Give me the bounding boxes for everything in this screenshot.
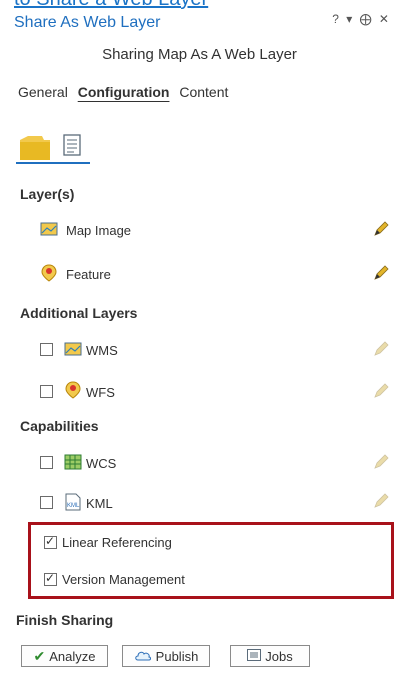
jobs-button[interactable]: Jobs bbox=[230, 645, 310, 667]
pane-subtitle: Sharing Map As A Web Layer bbox=[102, 46, 297, 63]
wms-icon bbox=[64, 342, 82, 361]
edit-pencil-disabled-icon bbox=[374, 383, 389, 398]
section-finish-sharing: Finish Sharing bbox=[16, 612, 114, 628]
pane-controls[interactable]: ? ▾ ⨁ ✕ bbox=[332, 12, 391, 26]
wcs-checkbox[interactable] bbox=[40, 456, 53, 469]
kml-icon: KML bbox=[64, 493, 82, 516]
wfs-icon bbox=[64, 381, 82, 404]
kml-checkbox[interactable] bbox=[40, 496, 53, 509]
linear-referencing-label: Linear Referencing bbox=[62, 535, 172, 550]
edit-pencil-disabled-icon bbox=[374, 454, 389, 469]
cloud-icon bbox=[134, 649, 152, 664]
edit-pencil-disabled-icon bbox=[374, 493, 389, 508]
wcs-label: WCS bbox=[86, 456, 117, 471]
kml-label: KML bbox=[86, 496, 113, 511]
layer-feature-label: Feature bbox=[66, 267, 111, 282]
tab-content[interactable]: Content bbox=[179, 84, 228, 100]
layer-map-image-label: Map Image bbox=[66, 223, 132, 238]
edit-pencil-disabled-icon bbox=[374, 341, 389, 356]
version-management-label: Version Management bbox=[62, 572, 185, 587]
checkmark-icon: ✔ bbox=[33, 647, 46, 664]
pane-title: Share As Web Layer bbox=[14, 14, 161, 31]
highlight-box bbox=[28, 522, 394, 599]
version-management-checkbox[interactable] bbox=[44, 571, 57, 586]
svg-text:KML: KML bbox=[67, 503, 80, 509]
icon-tab-underline bbox=[16, 162, 90, 164]
jobs-list-icon bbox=[247, 648, 262, 664]
wfs-label: WFS bbox=[86, 385, 115, 400]
edit-pencil-icon[interactable] bbox=[372, 220, 390, 238]
edit-pencil-icon[interactable] bbox=[372, 264, 390, 282]
linear-referencing-checkbox[interactable] bbox=[44, 534, 57, 549]
feature-icon bbox=[40, 264, 58, 287]
section-additional-layers: Additional Layers bbox=[20, 305, 138, 321]
publish-button[interactable]: Publish bbox=[122, 645, 210, 667]
tab-configuration[interactable]: Configuration bbox=[78, 84, 170, 100]
tab-bar: General Configuration Content bbox=[18, 84, 234, 100]
section-capabilities: Capabilities bbox=[20, 418, 99, 434]
tab-general[interactable]: General bbox=[18, 84, 68, 100]
wms-label: WMS bbox=[86, 343, 118, 358]
section-layers: Layer(s) bbox=[20, 186, 75, 202]
properties-list-icon[interactable] bbox=[62, 133, 86, 162]
wcs-icon bbox=[64, 454, 82, 475]
analyze-button[interactable]: ✔ Analyze bbox=[21, 645, 108, 667]
wfs-checkbox[interactable] bbox=[40, 385, 53, 398]
map-image-icon bbox=[40, 222, 58, 241]
cutoff-link[interactable]: to Share a Web Layer bbox=[14, 0, 208, 11]
wms-checkbox[interactable] bbox=[40, 343, 53, 356]
